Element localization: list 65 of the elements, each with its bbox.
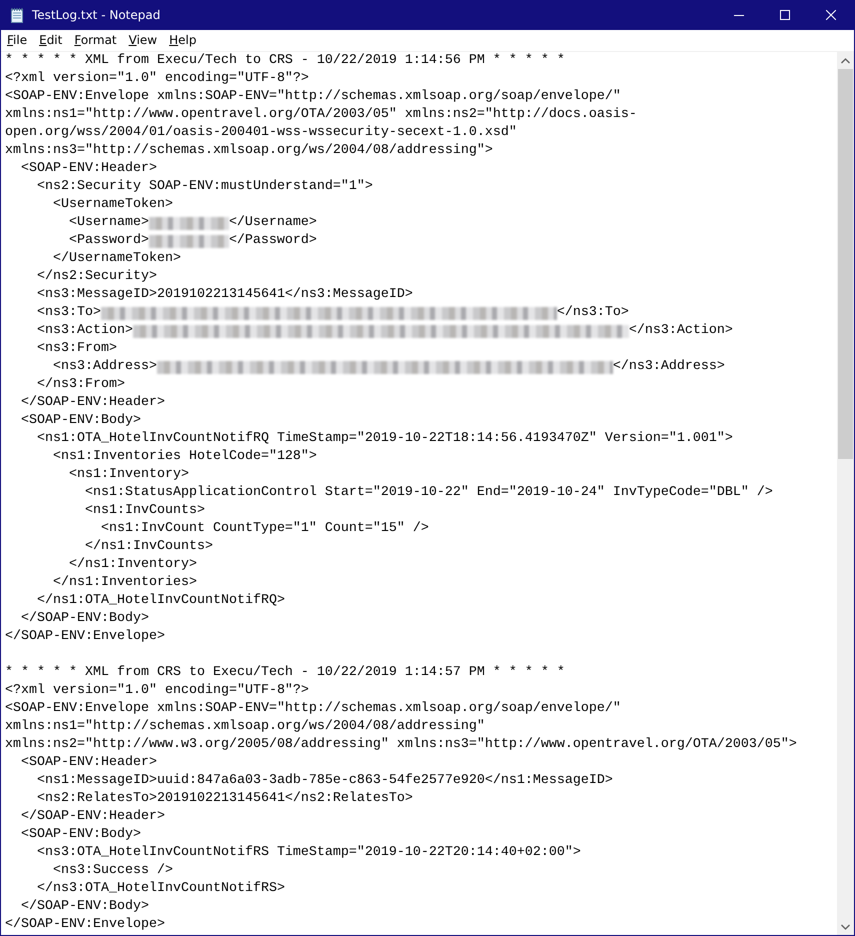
code-line: </ns3:From> [36,376,126,394]
code-line: </ns1:InvCounts> [84,538,214,556]
code-line: </SOAP-ENV:Body> [20,610,150,628]
menu-item[interactable]: Format [68,31,123,50]
code-text: <Password> [68,232,149,250]
code-line: <SOAP-ENV:Header> [20,754,158,772]
menu-item[interactable]: File [1,31,34,50]
code-text: </ns3:Address> [612,358,725,376]
code-line: <SOAP-ENV:Envelope xmlns:SOAP-ENV="http://schemas.xmlsoap.org/soap/envelope/" [5,88,622,106]
code-line: <?xml version="1.0" encoding="UTF-8"?> [5,70,310,88]
code-text: </Password> [228,232,317,250]
code-line: <ns1:Inventory> [68,466,190,484]
code-line: </ns1:Inventories> [52,574,198,592]
code-text: <ns3:Address> [52,358,157,376]
code-line: * * * * * XML from Execu/Tech to CRS - 10/22/2019 1:14:56 PM * * * * * [5,52,566,70]
code-line: open.org/wss/2004/01/oasis-200401-wss-wssecurity-secext-1.0.xsd" [5,124,518,142]
close-icon [826,10,836,20]
code-line: <UsernameToken> [52,196,174,214]
code-line: <ns1:StatusApplicationControl Start="2019-10-22" End="2019-10-24" InvTypeCode="DBL" /> [84,484,774,502]
notepad-icon [9,7,25,23]
code-line: * * * * * XML from CRS to Execu/Tech - 10/22/2019 1:14:57 PM * * * * * [5,664,566,682]
menu-item[interactable]: View [122,31,164,50]
code-line: <ns3:From> [36,340,118,358]
code-text: </ns3:Action> [628,322,733,340]
code-line: <SOAP-ENV:Envelope xmlns:SOAP-ENV="http://schemas.xmlsoap.org/soap/envelope/" [5,700,622,718]
scroll-up-icon[interactable] [841,58,850,64]
code-line: <ns1:Inventories HotelCode="128"> [52,448,318,466]
code-line: </ns2:Security> [36,268,158,286]
code-line: </SOAP-ENV:Envelope> [5,916,166,934]
code-line: <SOAP-ENV:Body> [20,826,142,844]
scroll-thumb[interactable] [838,69,853,459]
menu-item[interactable]: Help [163,31,202,50]
code-text: </ns3:To> [556,304,629,322]
code-line: </SOAP-ENV:Body> [20,898,150,916]
code-line: <ns2:Security SOAP-ENV:mustUnderstand="1"> [36,178,374,196]
code-line: <ns3:MessageID>2019102213145641</ns3:MessageID> [36,286,414,304]
code-text: <ns3:Action> [36,322,133,340]
code-line: xmlns:ns1="http://www.opentravel.org/OTA/2003/05" xmlns:ns2="http://docs.oasis- [5,106,638,124]
code-line: xmlns:ns1="http://schemas.xmlsoap.org/ws/2004/08/addressing" [5,718,486,736]
code-line: <ns3:OTA_HotelInvCountNotifRS TimeStamp="2019-10-22T20:14:40+02:00"> [36,844,582,862]
code-line: </ns1:Inventory> [68,556,198,574]
menu-item[interactable]: Edit [33,31,68,50]
code-line: xmlns:ns3="http://schemas.xmlsoap.org/ws/2004/08/addressing"> [5,142,494,160]
maximize-icon [780,10,790,20]
code-line: <ns2:RelatesTo>2019102213145641</ns2:RelatesTo> [36,790,414,808]
code-line: <ns1:InvCount CountType="1" Count="15" /> [100,520,430,538]
code-text: <ns3:To> [36,304,101,322]
code-line: <ns3:Success /> [52,862,174,880]
code-line: <ns1:MessageID>uuid:847a6a03-3adb-785e-c863-54fe2577e920</ns1:MessageID> [36,772,614,790]
code-line: <SOAP-ENV:Header> [20,160,158,178]
window-title: TestLog.txt - Notepad [32,8,162,22]
code-line: <?xml version="1.0" encoding="UTF-8"?> [5,682,310,700]
code-line: </SOAP-ENV:Envelope> [5,628,166,646]
code-line: </SOAP-ENV:Header> [20,808,166,826]
code-line: <SOAP-ENV:Body> [20,412,142,430]
code-text: </Username> [228,214,317,232]
code-text: <Username> [68,214,149,232]
code-line: </ns3:OTA_HotelInvCountNotifRS> [36,880,286,898]
code-line: </UsernameToken> [52,250,182,268]
code-line: <ns1:OTA_HotelInvCountNotifRQ TimeStamp="2019-10-22T18:14:56.4193470Z" Version="1.001"> [36,430,734,448]
scroll-down-icon[interactable] [841,924,850,930]
code-line: xmlns:ns2="http://www.w3.org/2005/08/addressing" xmlns:ns3="http://www.opentravel.org/OTA/2003/05"> [5,736,798,754]
code-line: </ns1:OTA_HotelInvCountNotifRQ> [36,592,286,610]
code-line: <ns1:InvCounts> [84,502,206,520]
code-line: </SOAP-ENV:Header> [20,394,166,412]
